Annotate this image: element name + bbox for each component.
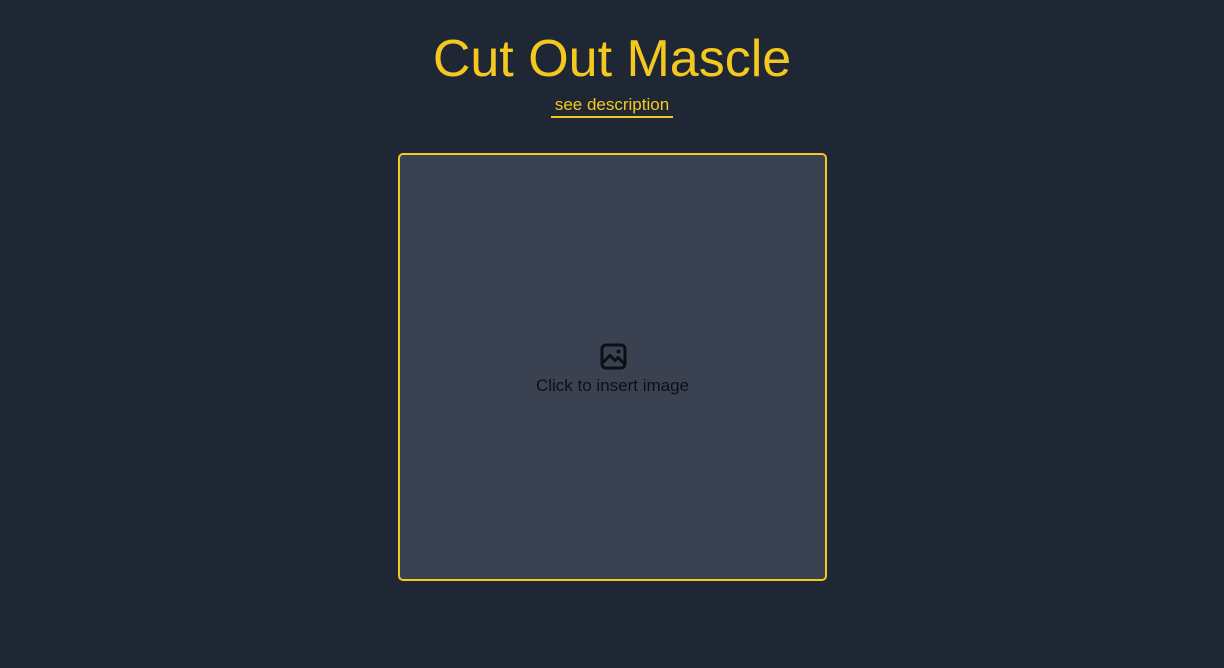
page: Cut Out Mascle see description Click to … [0,0,1224,668]
image-icon [600,343,627,370]
image-dropzone[interactable]: Click to insert image [398,153,827,581]
see-description-link[interactable]: see description [551,94,673,118]
page-title: Cut Out Mascle [432,30,792,88]
insert-image-label: Click to insert image [535,376,690,395]
